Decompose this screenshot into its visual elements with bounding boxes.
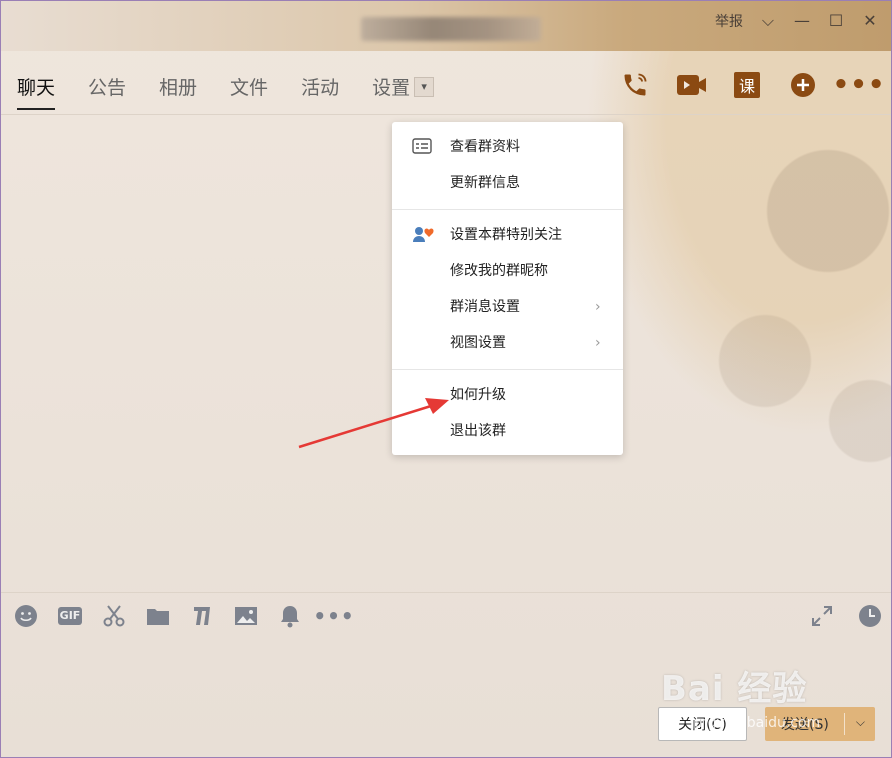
tab-bar: 聊天 公告 相册 文件 活动 设置 ▾ xyxy=(17,73,467,110)
close-icon[interactable]: ✕ xyxy=(861,12,879,30)
special-care-icon xyxy=(412,224,434,242)
top-action-icons: 课 ••• xyxy=(617,67,885,103)
chevron-down-icon[interactable]: ⌵ xyxy=(856,715,865,730)
minimize-icon[interactable]: — xyxy=(793,12,811,30)
menu-separator xyxy=(392,209,623,210)
course-icon[interactable]: 课 xyxy=(729,67,765,103)
menu-item-special-care[interactable]: 设置本群特别关注 xyxy=(450,225,562,245)
menu-item-how-to-upgrade[interactable]: 如何升级 xyxy=(450,385,506,405)
course-icon-label: 课 xyxy=(734,72,760,98)
report-link[interactable]: 举报 xyxy=(715,11,743,31)
gif-icon[interactable]: GIF xyxy=(57,603,83,629)
maximize-icon[interactable]: ☐ xyxy=(827,12,845,30)
menu-item-edit-group-nickname[interactable]: 修改我的群昵称 xyxy=(450,261,548,281)
divider xyxy=(1,114,891,115)
emoji-icon[interactable] xyxy=(13,603,39,629)
screenshot-scissors-icon[interactable] xyxy=(101,603,127,629)
blurred-title xyxy=(361,17,541,41)
window-controls: 举报 ⌵ — ☐ ✕ xyxy=(715,11,879,31)
watermark-logo: Bai 经验 xyxy=(661,669,808,709)
divider xyxy=(1,592,891,593)
tab-activity[interactable]: 活动 xyxy=(301,73,339,110)
add-icon[interactable] xyxy=(785,67,821,103)
tab-album[interactable]: 相册 xyxy=(159,73,197,110)
bell-icon[interactable] xyxy=(277,603,303,629)
music-icon[interactable] xyxy=(189,603,215,629)
menu-item-group-message-settings[interactable]: 群消息设置 xyxy=(450,297,520,317)
image-icon[interactable] xyxy=(233,603,259,629)
chevron-right-icon: › xyxy=(595,299,601,315)
menu-separator xyxy=(392,369,623,370)
chat-window: 举报 ⌵ — ☐ ✕ 聊天 公告 相册 文件 活动 设置 ▾ 课 ••• 查看群… xyxy=(0,0,892,758)
tab-chat[interactable]: 聊天 xyxy=(17,73,56,110)
clock-history-icon[interactable] xyxy=(857,603,883,629)
gif-icon-label: GIF xyxy=(57,607,83,625)
id-card-icon xyxy=(412,138,434,156)
menu-item-view-settings[interactable]: 视图设置 xyxy=(450,333,506,353)
chevron-down-icon[interactable]: ▾ xyxy=(414,76,435,97)
input-toolbar: GIF ••• xyxy=(13,603,354,629)
phone-icon[interactable] xyxy=(617,67,653,103)
menu-item-leave-group[interactable]: 退出该群 xyxy=(450,421,506,441)
divider xyxy=(844,713,845,735)
tab-announcement[interactable]: 公告 xyxy=(88,73,126,110)
tab-settings[interactable]: 设置 ▾ xyxy=(372,73,435,110)
watermark-url: jingyan.baidu.com xyxy=(691,715,821,731)
title-bar: 举报 ⌵ — ☐ ✕ xyxy=(1,1,891,51)
tab-settings-label: 设置 xyxy=(372,77,411,99)
more-icon[interactable]: ••• xyxy=(833,67,885,103)
folder-icon[interactable] xyxy=(145,603,171,629)
menu-item-update-group-info[interactable]: 更新群信息 xyxy=(450,173,520,193)
tab-files[interactable]: 文件 xyxy=(230,73,268,110)
video-camera-icon[interactable] xyxy=(673,67,709,103)
chevron-down-icon[interactable]: ⌵ xyxy=(759,12,777,30)
settings-dropdown-menu: 查看群资料 更新群信息 设置本群特别关注 修改我的群昵称 群消息设置 › 视图设… xyxy=(392,122,623,455)
expand-icon[interactable] xyxy=(809,603,835,629)
menu-item-view-group-profile[interactable]: 查看群资料 xyxy=(450,137,520,157)
chevron-right-icon: › xyxy=(595,335,601,351)
more-icon[interactable]: ••• xyxy=(313,603,353,629)
